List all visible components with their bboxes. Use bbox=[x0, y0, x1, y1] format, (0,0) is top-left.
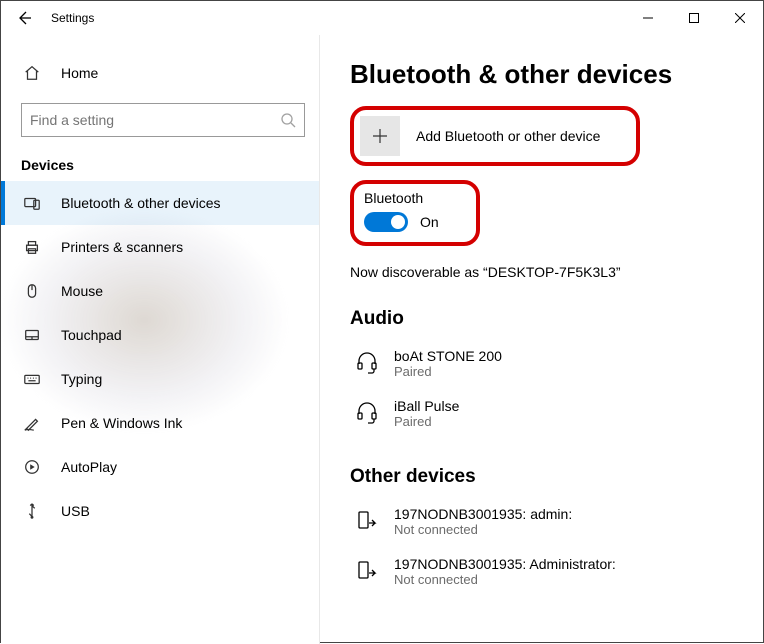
audio-device[interactable]: boAt STONE 200 Paired bbox=[350, 338, 743, 388]
nav-pen-windows-ink[interactable]: Pen & Windows Ink bbox=[1, 401, 319, 445]
nav-home-label: Home bbox=[61, 65, 98, 81]
sidebar: Home Devices Bluetooth & other devices P… bbox=[1, 35, 320, 644]
headset-icon bbox=[350, 351, 384, 375]
maximize-button[interactable] bbox=[671, 1, 717, 35]
add-device-button[interactable]: Add Bluetooth or other device bbox=[356, 112, 610, 160]
nav-printers-scanners[interactable]: Printers & scanners bbox=[1, 225, 319, 269]
printer-icon bbox=[21, 238, 43, 256]
page-title: Bluetooth & other devices bbox=[350, 59, 743, 90]
headset-icon bbox=[350, 401, 384, 425]
minimize-button[interactable] bbox=[625, 1, 671, 35]
nav-home[interactable]: Home bbox=[1, 53, 319, 93]
search-input[interactable] bbox=[21, 103, 305, 137]
search-icon bbox=[280, 112, 296, 128]
bluetooth-toggle[interactable] bbox=[364, 212, 408, 232]
nav-label: Touchpad bbox=[61, 327, 122, 343]
device-name: 197NODNB3001935: admin: bbox=[394, 506, 572, 522]
nav-touchpad[interactable]: Touchpad bbox=[1, 313, 319, 357]
nav-label: Mouse bbox=[61, 283, 103, 299]
search-field[interactable] bbox=[30, 112, 280, 128]
autoplay-icon bbox=[21, 458, 43, 476]
home-icon bbox=[21, 64, 43, 82]
connect-device-icon bbox=[350, 559, 384, 583]
nav-label: AutoPlay bbox=[61, 459, 117, 475]
close-button[interactable] bbox=[717, 1, 763, 35]
mouse-icon bbox=[21, 282, 43, 300]
nav-label: Pen & Windows Ink bbox=[61, 415, 182, 431]
other-device[interactable]: 197NODNB3001935: Administrator: Not conn… bbox=[350, 546, 743, 596]
nav-typing[interactable]: Typing bbox=[1, 357, 319, 401]
nav-autoplay[interactable]: AutoPlay bbox=[1, 445, 319, 489]
device-name: boAt STONE 200 bbox=[394, 348, 502, 364]
section-title: Devices bbox=[1, 149, 319, 181]
discoverable-text: Now discoverable as “DESKTOP-7F5K3L3” bbox=[350, 264, 743, 280]
audio-device[interactable]: iBall Pulse Paired bbox=[350, 388, 743, 438]
main-content: Bluetooth & other devices Add Bluetooth … bbox=[320, 35, 763, 644]
nav-mouse[interactable]: Mouse bbox=[1, 269, 319, 313]
annotation-add-device: Add Bluetooth or other device bbox=[350, 106, 640, 166]
usb-icon bbox=[21, 502, 43, 520]
other-devices-heading: Other devices bbox=[350, 466, 743, 488]
add-device-label: Add Bluetooth or other device bbox=[416, 128, 600, 144]
other-device[interactable]: 197NODNB3001935: admin: Not connected bbox=[350, 496, 743, 546]
touchpad-icon bbox=[21, 326, 43, 344]
bluetooth-heading: Bluetooth bbox=[364, 190, 466, 206]
nav-label: Bluetooth & other devices bbox=[61, 195, 221, 211]
device-status: Paired bbox=[394, 414, 459, 429]
keyboard-icon bbox=[21, 370, 43, 388]
bluetooth-toggle-state: On bbox=[420, 214, 439, 230]
device-status: Paired bbox=[394, 364, 502, 379]
device-status: Not connected bbox=[394, 572, 616, 587]
devices-icon bbox=[21, 194, 43, 212]
nav-label: Printers & scanners bbox=[61, 239, 183, 255]
nav-label: USB bbox=[61, 503, 90, 519]
audio-heading: Audio bbox=[350, 308, 743, 330]
back-button[interactable] bbox=[1, 1, 47, 35]
titlebar: Settings bbox=[1, 1, 763, 35]
nav-usb[interactable]: USB bbox=[1, 489, 319, 533]
window-title: Settings bbox=[51, 11, 94, 25]
device-name: iBall Pulse bbox=[394, 398, 459, 414]
annotation-bluetooth-toggle: Bluetooth On bbox=[350, 180, 480, 246]
connect-device-icon bbox=[350, 509, 384, 533]
nav-bluetooth-other-devices[interactable]: Bluetooth & other devices bbox=[1, 181, 319, 225]
device-status: Not connected bbox=[394, 522, 572, 537]
pen-icon bbox=[21, 414, 43, 432]
device-name: 197NODNB3001935: Administrator: bbox=[394, 556, 616, 572]
plus-icon bbox=[360, 116, 400, 156]
nav-label: Typing bbox=[61, 371, 102, 387]
